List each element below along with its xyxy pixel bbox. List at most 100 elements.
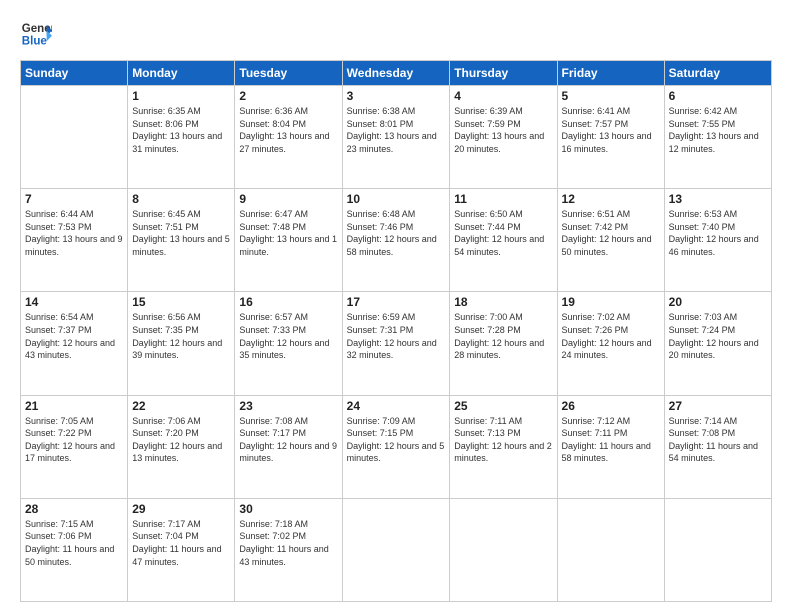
day-cell: 18 Sunrise: 7:00 AM Sunset: 7:28 PM Dayli… (450, 292, 557, 395)
day-number: 20 (669, 295, 767, 309)
week-row-1: 1 Sunrise: 6:35 AM Sunset: 8:06 PM Daylig… (21, 86, 772, 189)
weekday-header-thursday: Thursday (450, 61, 557, 86)
day-info: Sunrise: 6:45 AM Sunset: 7:51 PM Dayligh… (132, 208, 230, 258)
week-row-5: 28 Sunrise: 7:15 AM Sunset: 7:06 PM Dayli… (21, 498, 772, 601)
day-cell (450, 498, 557, 601)
day-cell (557, 498, 664, 601)
day-cell: 30 Sunrise: 7:18 AM Sunset: 7:02 PM Dayli… (235, 498, 342, 601)
day-cell: 26 Sunrise: 7:12 AM Sunset: 7:11 PM Dayli… (557, 395, 664, 498)
day-cell (342, 498, 450, 601)
day-number: 5 (562, 89, 660, 103)
day-number: 16 (239, 295, 337, 309)
day-info: Sunrise: 7:17 AM Sunset: 7:04 PM Dayligh… (132, 518, 230, 568)
header: General Blue (20, 18, 772, 50)
day-cell: 13 Sunrise: 6:53 AM Sunset: 7:40 PM Dayli… (664, 189, 771, 292)
day-info: Sunrise: 7:00 AM Sunset: 7:28 PM Dayligh… (454, 311, 552, 361)
logo: General Blue (20, 18, 52, 50)
day-cell: 29 Sunrise: 7:17 AM Sunset: 7:04 PM Dayli… (128, 498, 235, 601)
day-number: 26 (562, 399, 660, 413)
day-info: Sunrise: 6:47 AM Sunset: 7:48 PM Dayligh… (239, 208, 337, 258)
page: General Blue SundayMondayTuesdayWednesda… (0, 0, 792, 612)
day-info: Sunrise: 7:18 AM Sunset: 7:02 PM Dayligh… (239, 518, 337, 568)
day-cell: 27 Sunrise: 7:14 AM Sunset: 7:08 PM Dayli… (664, 395, 771, 498)
day-cell: 21Sunrise: 7:05 AM Sunset: 7:22 PM Dayli… (21, 395, 128, 498)
day-cell: 19Sunrise: 7:02 AM Sunset: 7:26 PM Dayli… (557, 292, 664, 395)
day-info: Sunrise: 6:41 AM Sunset: 7:57 PM Dayligh… (562, 105, 660, 155)
day-cell (664, 498, 771, 601)
day-cell: 8 Sunrise: 6:45 AM Sunset: 7:51 PM Daylig… (128, 189, 235, 292)
day-info: Sunrise: 6:39 AM Sunset: 7:59 PM Dayligh… (454, 105, 552, 155)
day-number: 13 (669, 192, 767, 206)
day-info: Sunrise: 6:56 AM Sunset: 7:35 PM Dayligh… (132, 311, 230, 361)
day-number: 12 (562, 192, 660, 206)
weekday-header-friday: Friday (557, 61, 664, 86)
day-cell: 2 Sunrise: 6:36 AM Sunset: 8:04 PM Daylig… (235, 86, 342, 189)
day-number: 8 (132, 192, 230, 206)
day-cell: 23 Sunrise: 7:08 AM Sunset: 7:17 PM Dayli… (235, 395, 342, 498)
day-number: 23 (239, 399, 337, 413)
day-number: 30 (239, 502, 337, 516)
day-info: Sunrise: 7:12 AM Sunset: 7:11 PM Dayligh… (562, 415, 660, 465)
day-number: 25 (454, 399, 552, 413)
day-cell: 28 Sunrise: 7:15 AM Sunset: 7:06 PM Dayli… (21, 498, 128, 601)
day-info: Sunrise: 7:15 AM Sunset: 7:06 PM Dayligh… (25, 518, 123, 568)
day-cell: 15 Sunrise: 6:56 AM Sunset: 7:35 PM Dayli… (128, 292, 235, 395)
day-number: 9 (239, 192, 337, 206)
day-info: Sunrise: 6:57 AM Sunset: 7:33 PM Dayligh… (239, 311, 337, 361)
day-number: 29 (132, 502, 230, 516)
day-info: Sunrise: 6:36 AM Sunset: 8:04 PM Dayligh… (239, 105, 337, 155)
day-cell: 12 Sunrise: 6:51 AM Sunset: 7:42 PM Dayli… (557, 189, 664, 292)
day-info: Sunrise: 7:14 AM Sunset: 7:08 PM Dayligh… (669, 415, 767, 465)
day-info: Sunrise: 6:48 AM Sunset: 7:46 PM Dayligh… (347, 208, 446, 258)
day-number: 3 (347, 89, 446, 103)
day-cell: 17Sunrise: 6:59 AM Sunset: 7:31 PM Dayli… (342, 292, 450, 395)
day-number: 10 (347, 192, 446, 206)
day-cell: 5 Sunrise: 6:41 AM Sunset: 7:57 PM Daylig… (557, 86, 664, 189)
weekday-header-sunday: Sunday (21, 61, 128, 86)
day-cell: 7Sunrise: 6:44 AM Sunset: 7:53 PM Daylig… (21, 189, 128, 292)
day-number: 1 (132, 89, 230, 103)
week-row-4: 21Sunrise: 7:05 AM Sunset: 7:22 PM Dayli… (21, 395, 772, 498)
day-number: 11 (454, 192, 552, 206)
day-cell: 10 Sunrise: 6:48 AM Sunset: 7:46 PM Dayli… (342, 189, 450, 292)
day-info: Sunrise: 7:08 AM Sunset: 7:17 PM Dayligh… (239, 415, 337, 465)
day-cell: 24Sunrise: 7:09 AM Sunset: 7:15 PM Dayli… (342, 395, 450, 498)
day-number: 4 (454, 89, 552, 103)
day-number: 22 (132, 399, 230, 413)
day-info: Sunrise: 6:50 AM Sunset: 7:44 PM Dayligh… (454, 208, 552, 258)
day-number: 18 (454, 295, 552, 309)
calendar-table: SundayMondayTuesdayWednesdayThursdayFrid… (20, 60, 772, 602)
day-number: 2 (239, 89, 337, 103)
day-cell: 6Sunrise: 6:42 AM Sunset: 7:55 PM Daylig… (664, 86, 771, 189)
day-number: 17 (347, 295, 446, 309)
day-info: Sunrise: 7:11 AM Sunset: 7:13 PM Dayligh… (454, 415, 552, 465)
day-info: Sunrise: 6:53 AM Sunset: 7:40 PM Dayligh… (669, 208, 767, 258)
day-cell: 25 Sunrise: 7:11 AM Sunset: 7:13 PM Dayli… (450, 395, 557, 498)
svg-text:Blue: Blue (22, 36, 48, 48)
day-info: Sunrise: 7:05 AM Sunset: 7:22 PM Dayligh… (25, 415, 123, 465)
day-info: Sunrise: 7:03 AM Sunset: 7:24 PM Dayligh… (669, 311, 767, 361)
weekday-header-row: SundayMondayTuesdayWednesdayThursdayFrid… (21, 61, 772, 86)
day-info: Sunrise: 6:51 AM Sunset: 7:42 PM Dayligh… (562, 208, 660, 258)
day-info: Sunrise: 7:09 AM Sunset: 7:15 PM Dayligh… (347, 415, 446, 465)
day-info: Sunrise: 6:35 AM Sunset: 8:06 PM Dayligh… (132, 105, 230, 155)
day-number: 14 (25, 295, 123, 309)
day-number: 15 (132, 295, 230, 309)
day-cell: 1 Sunrise: 6:35 AM Sunset: 8:06 PM Daylig… (128, 86, 235, 189)
day-number: 28 (25, 502, 123, 516)
day-number: 27 (669, 399, 767, 413)
day-cell (21, 86, 128, 189)
day-info: Sunrise: 6:54 AM Sunset: 7:37 PM Dayligh… (25, 311, 123, 361)
day-cell: 20 Sunrise: 7:03 AM Sunset: 7:24 PM Dayli… (664, 292, 771, 395)
weekday-header-wednesday: Wednesday (342, 61, 450, 86)
week-row-2: 7Sunrise: 6:44 AM Sunset: 7:53 PM Daylig… (21, 189, 772, 292)
day-cell: 22 Sunrise: 7:06 AM Sunset: 7:20 PM Dayli… (128, 395, 235, 498)
weekday-header-saturday: Saturday (664, 61, 771, 86)
day-cell: 4 Sunrise: 6:39 AM Sunset: 7:59 PM Daylig… (450, 86, 557, 189)
day-number: 19 (562, 295, 660, 309)
day-cell: 16 Sunrise: 6:57 AM Sunset: 7:33 PM Dayli… (235, 292, 342, 395)
logo-icon: General Blue (20, 18, 52, 50)
day-info: Sunrise: 7:06 AM Sunset: 7:20 PM Dayligh… (132, 415, 230, 465)
day-cell: 9 Sunrise: 6:47 AM Sunset: 7:48 PM Daylig… (235, 189, 342, 292)
weekday-header-monday: Monday (128, 61, 235, 86)
